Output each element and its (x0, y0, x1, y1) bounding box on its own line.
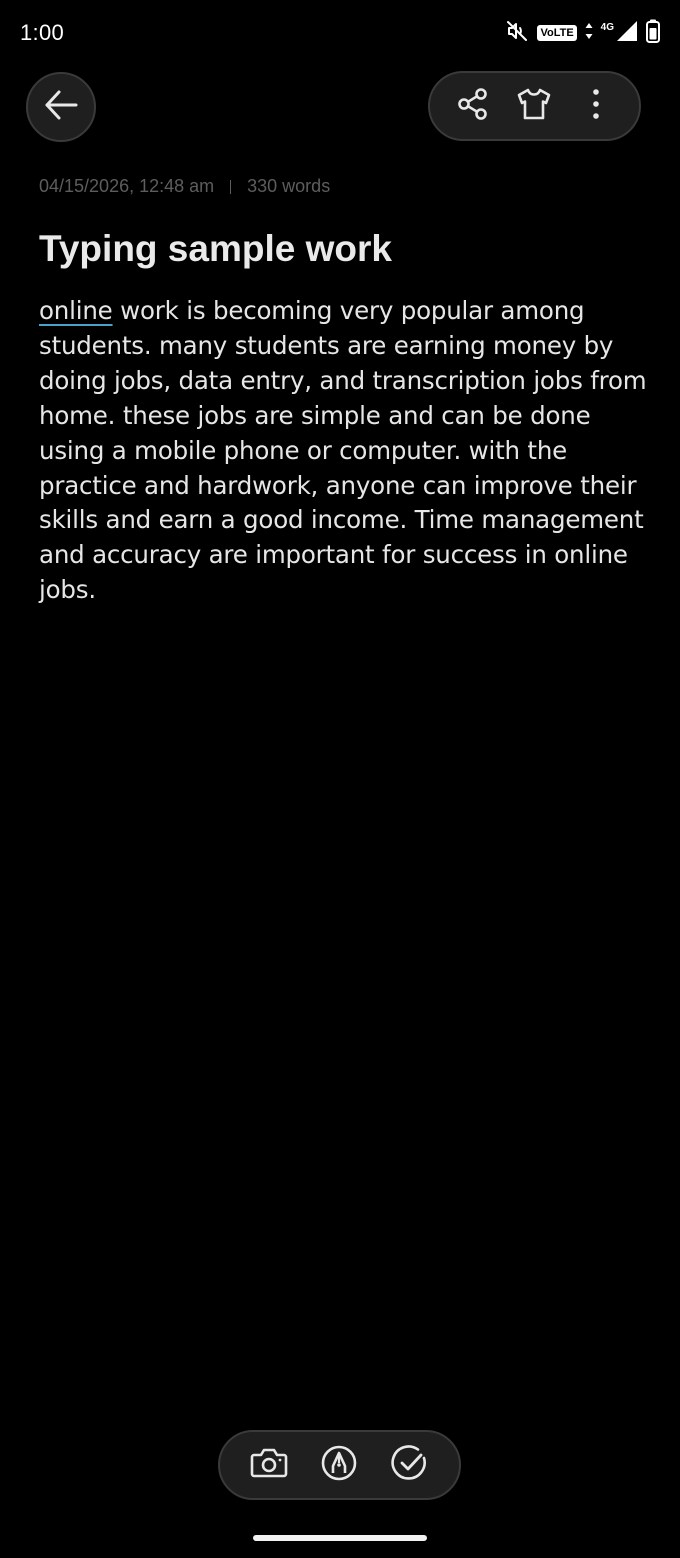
status-icons: VoLTE 4G (505, 19, 660, 47)
note-actions-toolbar (428, 71, 641, 141)
data-arrows-icon (585, 22, 593, 44)
pen-button[interactable] (315, 1441, 363, 1489)
more-options-button[interactable] (572, 82, 620, 130)
volte-icon: VoLTE (537, 25, 577, 41)
home-indicator[interactable] (253, 1535, 427, 1541)
signal-icon (616, 20, 638, 46)
checklist-icon (391, 1444, 429, 1486)
word-count: 330 words (247, 176, 331, 196)
checklist-button[interactable] (386, 1441, 434, 1489)
note-date: 04/15/2026, 12:48 am (39, 176, 215, 196)
mute-icon (505, 19, 529, 47)
bottom-tools-toolbar (218, 1430, 461, 1500)
camera-button[interactable] (245, 1441, 293, 1489)
meta-divider (230, 179, 232, 194)
pen-icon (320, 1444, 358, 1486)
camera-icon (250, 1446, 288, 1484)
note-title[interactable]: Typing sample work (39, 228, 392, 270)
note-meta: 04/15/2026, 12:48 am 330 words (39, 176, 330, 197)
arrow-left-icon (42, 86, 80, 128)
note-screen: 1:00 VoLTE 4G 04/15/2026, 12:48 am 330 w… (0, 0, 680, 1558)
status-time: 1:00 (20, 20, 65, 45)
share-icon (456, 87, 490, 125)
theme-button[interactable] (510, 82, 558, 130)
theme-shirt-icon (515, 87, 553, 125)
note-body[interactable]: online work is becoming very popular amo… (39, 294, 649, 608)
more-vertical-icon (591, 87, 601, 125)
battery-icon (646, 19, 660, 47)
back-button[interactable] (26, 72, 96, 142)
network-type-label: 4G (600, 21, 614, 33)
status-bar: 1:00 VoLTE 4G (0, 0, 680, 66)
spellcheck-word[interactable]: online (39, 296, 113, 325)
share-button[interactable] (449, 82, 497, 130)
note-body-text: work is becoming very popular among stud… (39, 296, 647, 605)
